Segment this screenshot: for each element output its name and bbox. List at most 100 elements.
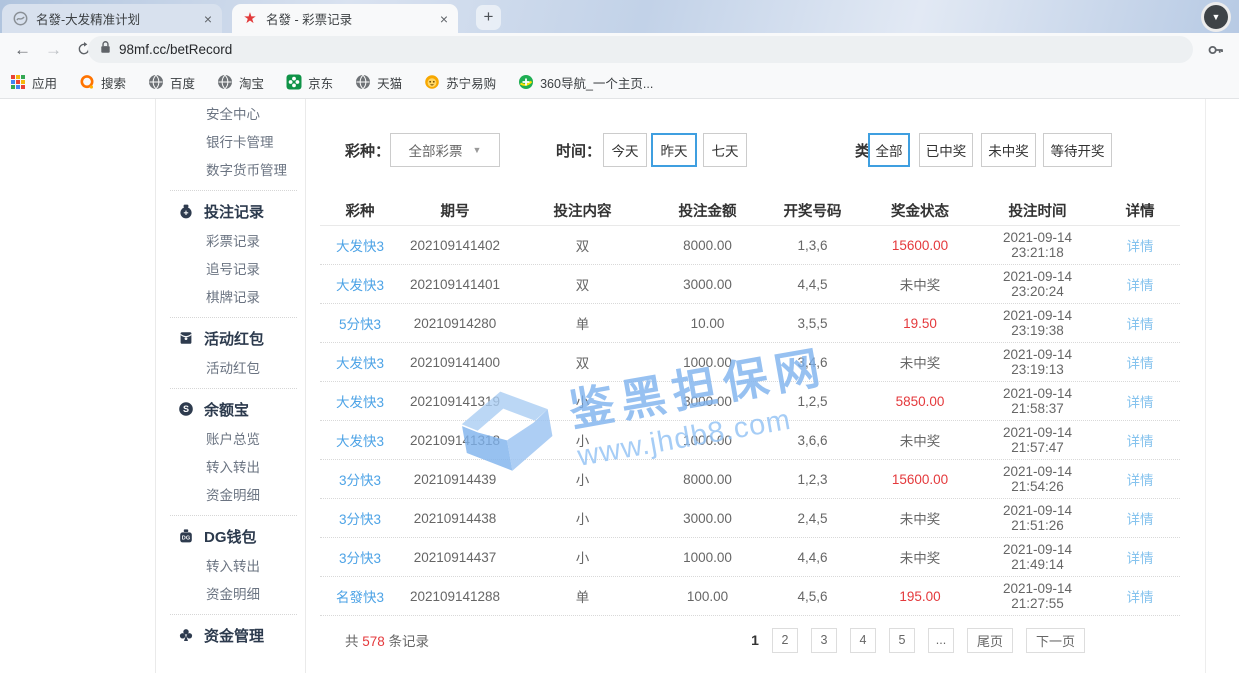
bet-content: 小 (510, 469, 655, 489)
sidebar-section-label: DG钱包 (204, 526, 257, 547)
lottery-name[interactable]: 大发快3 (320, 235, 400, 255)
detail-link[interactable]: 详情 (1100, 352, 1180, 372)
club-icon (178, 627, 194, 643)
prize-status: 15600.00 (865, 472, 975, 487)
sidebar-section-header[interactable]: 活动红包 (156, 323, 305, 353)
bookmark-label: 京东 (308, 73, 333, 92)
tab-mingfa-plan[interactable]: 名發-大发精准计划 × (2, 4, 222, 33)
bookmark-item[interactable]: 京东 (286, 73, 333, 92)
sidebar-item[interactable]: 活动红包 (156, 355, 305, 383)
prize-status: 195.00 (865, 589, 975, 604)
draw-numbers: 3,5,5 (760, 316, 865, 331)
table-row: 3分快320210914438小3000.002,4,5未中奖2021-09-1… (320, 499, 1180, 538)
sidebar-item[interactable]: 账户总览 (156, 426, 305, 454)
detail-link[interactable]: 详情 (1100, 586, 1180, 606)
detail-link[interactable]: 详情 (1100, 313, 1180, 333)
bet-content: 小 (510, 508, 655, 528)
key-icon[interactable] (1207, 41, 1225, 59)
back-button[interactable]: ← (14, 40, 31, 60)
table-row: 大发快3202109141318小1000.003,6,6未中奖2021-09-… (320, 421, 1180, 460)
page-button[interactable]: 4 (850, 628, 876, 653)
lottery-name[interactable]: 大发快3 (320, 352, 400, 372)
issue-number: 202109141318 (400, 433, 510, 448)
column-header: 投注内容 (510, 200, 655, 221)
lottery-name[interactable]: 大发快3 (320, 274, 400, 294)
sidebar-item[interactable]: 银行卡管理 (156, 129, 305, 157)
bookmark-item[interactable]: 应用 (10, 73, 57, 92)
prize-status: 未中奖 (865, 430, 975, 450)
sidebar-item[interactable]: 安全中心 (156, 101, 305, 129)
table-row: 大发快3202109141319小3000.001,2,55850.002021… (320, 382, 1180, 421)
apps-grid-icon (10, 74, 26, 90)
prize-status: 未中奖 (865, 508, 975, 528)
filter-button[interactable]: 七天 (703, 133, 747, 167)
lottery-name[interactable]: 大发快3 (320, 391, 400, 411)
sidebar-item[interactable]: 棋牌记录 (156, 284, 305, 312)
sidebar-item[interactable]: 彩票记录 (156, 228, 305, 256)
prize-status: 15600.00 (865, 238, 975, 253)
filter-button[interactable]: 今天 (603, 133, 647, 167)
page-button[interactable]: ... (928, 628, 954, 653)
lottery-select[interactable]: 全部彩票 ▼ (390, 133, 500, 167)
address-bar[interactable]: 98mf.cc/betRecord (88, 36, 1193, 63)
page-button[interactable]: 5 (889, 628, 915, 653)
forward-button[interactable]: → (45, 40, 62, 60)
lottery-name[interactable]: 3分快3 (320, 547, 400, 567)
bookmark-item[interactable]: 淘宝 (217, 73, 264, 92)
lottery-name[interactable]: 大发快3 (320, 430, 400, 450)
draw-numbers: 3,6,6 (760, 433, 865, 448)
detail-link[interactable]: 详情 (1100, 391, 1180, 411)
sidebar-item[interactable]: 转入转出 (156, 553, 305, 581)
sidebar-section-header[interactable]: S余额宝 (156, 394, 305, 424)
detail-link[interactable]: 详情 (1100, 430, 1180, 450)
bookmark-item[interactable]: 苏宁易购 (424, 73, 496, 92)
bookmark-item[interactable]: 搜索 (79, 73, 126, 92)
lottery-name[interactable]: 3分快3 (320, 508, 400, 528)
filter-button[interactable]: 昨天 (651, 133, 697, 167)
tab-list-menu-button[interactable]: ▼ (1201, 2, 1231, 32)
lottery-name[interactable]: 名發快3 (320, 586, 400, 606)
current-page: 1 (751, 632, 759, 648)
lottery-name[interactable]: 3分快3 (320, 469, 400, 489)
sidebar-section-header[interactable]: 资金管理 (156, 620, 305, 650)
last-page-button[interactable]: 尾页 (967, 628, 1013, 653)
sidebar-item[interactable]: 资金明细 (156, 482, 305, 510)
bookmark-item[interactable]: 天猫 (355, 73, 402, 92)
sidebar-item[interactable]: 资金明细 (156, 581, 305, 609)
bookmark-item[interactable]: 百度 (148, 73, 195, 92)
draw-numbers: 1,2,5 (760, 394, 865, 409)
new-tab-button[interactable]: + (476, 5, 501, 30)
close-icon[interactable]: × (204, 11, 212, 27)
lottery-name[interactable]: 5分快3 (320, 313, 400, 333)
detail-link[interactable]: 详情 (1100, 547, 1180, 567)
filter-button[interactable]: 全部 (868, 133, 910, 167)
bet-amount: 100.00 (655, 589, 760, 604)
filter-button[interactable]: 已中奖 (919, 133, 973, 167)
red-envelope-icon (178, 330, 194, 346)
draw-numbers: 4,4,6 (760, 550, 865, 565)
sidebar-section-header[interactable]: DGDG钱包 (156, 521, 305, 551)
filter-button[interactable]: 等待开奖 (1043, 133, 1112, 167)
close-icon[interactable]: × (440, 11, 448, 27)
sidebar-section-header[interactable]: 投注记录 (156, 196, 305, 226)
sidebar-item[interactable]: 转入转出 (156, 454, 305, 482)
page-button[interactable]: 3 (811, 628, 837, 653)
sidebar-item[interactable]: 数字货币管理 (156, 157, 305, 185)
bet-time: 2021-09-14 23:21:18 (975, 230, 1100, 260)
tab-bet-record[interactable]: ★ 名發 - 彩票记录 × (232, 4, 458, 33)
bookmark-label: 天猫 (377, 73, 402, 92)
detail-link[interactable]: 详情 (1100, 469, 1180, 489)
sidebar-divider (170, 317, 297, 318)
detail-link[interactable]: 详情 (1100, 235, 1180, 255)
detail-link[interactable]: 详情 (1100, 508, 1180, 528)
next-page-button[interactable]: 下一页 (1026, 628, 1085, 653)
bet-time: 2021-09-14 21:57:47 (975, 425, 1100, 455)
detail-link[interactable]: 详情 (1100, 274, 1180, 294)
filter-button[interactable]: 未中奖 (981, 133, 1036, 167)
page-button[interactable]: 2 (772, 628, 798, 653)
sidebar-item[interactable]: 追号记录 (156, 256, 305, 284)
globe-icon (148, 74, 164, 90)
lottery-filter-label: 彩种： (345, 135, 390, 169)
bookmark-item[interactable]: 360导航_一个主页... (518, 73, 653, 92)
bookmark-label: 苏宁易购 (446, 73, 496, 92)
